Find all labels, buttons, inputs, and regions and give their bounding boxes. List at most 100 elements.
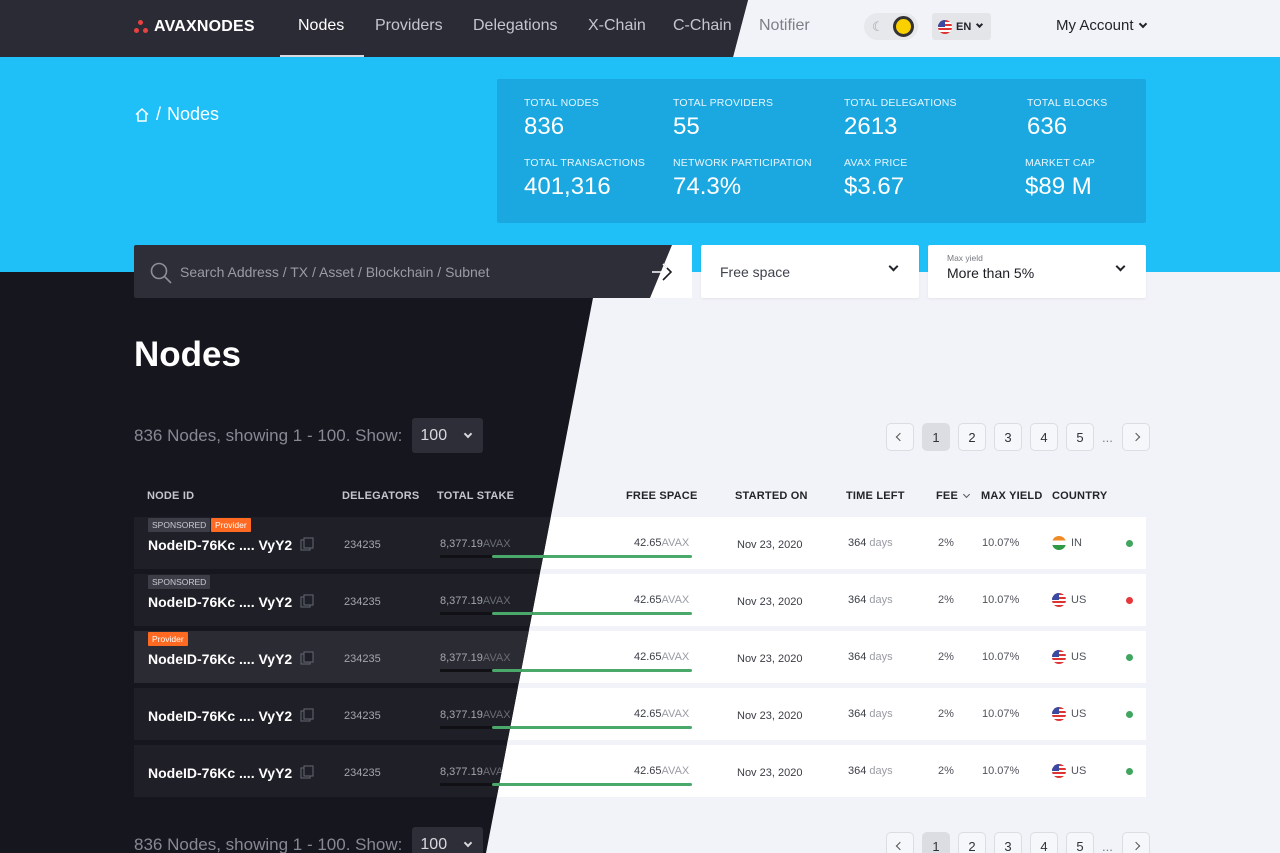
node-id[interactable]: NodeID-76Kc .... VyY2: [148, 765, 292, 781]
total-stake-cell: 8,377.19AVAX: [440, 538, 511, 550]
page-button[interactable]: 4: [1030, 832, 1058, 853]
page-button[interactable]: 3: [994, 832, 1022, 853]
us-flag-icon: [1052, 707, 1066, 721]
moon-icon: ☾: [872, 19, 884, 34]
stat-label: TOTAL NODES: [524, 97, 599, 109]
free-space-unit: AVAX: [661, 594, 690, 606]
days-unit: days: [869, 651, 893, 663]
max-yield-filter[interactable]: Max yield More than 5%: [928, 245, 1146, 298]
header-max-yield[interactable]: MAX YIELD: [981, 490, 1043, 502]
page-button[interactable]: 2: [958, 423, 986, 451]
copy-icon[interactable]: [300, 651, 314, 665]
free-space-unit: AVAX: [661, 765, 690, 777]
header-total-stake[interactable]: TOTAL STAKE: [437, 490, 514, 502]
nav-c-chain[interactable]: C-Chain: [673, 17, 732, 35]
page-button[interactable]: 4: [1030, 423, 1058, 451]
free-space-value: 42.65: [634, 765, 662, 777]
fee-cell: 2%: [938, 708, 954, 720]
brand-logo[interactable]: AVAXNODES: [134, 18, 255, 36]
node-id[interactable]: NodeID-76Kc .... VyY2: [148, 651, 292, 667]
summary-text: 836 Nodes, showing 1 - 100. Show:: [134, 834, 403, 853]
stake-unit: AVAX: [482, 652, 511, 664]
pagination-bottom: 1 2 3 4 5 ...: [886, 832, 1150, 853]
page-button[interactable]: 5: [1066, 423, 1094, 451]
header-fee[interactable]: FEE: [936, 490, 971, 502]
days-unit: days: [869, 537, 893, 549]
account-menu[interactable]: My Account: [1056, 17, 1147, 34]
status-dot: [1126, 540, 1133, 547]
node-id[interactable]: NodeID-76Kc .... VyY2: [148, 594, 292, 610]
next-page-button[interactable]: [1122, 832, 1150, 853]
search-icon: [150, 262, 172, 284]
nav-providers[interactable]: Providers: [375, 17, 443, 35]
copy-icon[interactable]: [300, 594, 314, 608]
header-time-left[interactable]: TIME LEFT: [846, 490, 905, 502]
page-size-select[interactable]: 100: [412, 418, 484, 453]
max-yield-cell: 10.07%: [982, 708, 1020, 720]
time-left-cell: 364 days: [848, 537, 893, 549]
page-button[interactable]: 5: [1066, 832, 1094, 853]
nav-nodes[interactable]: Nodes: [298, 17, 344, 35]
max-yield-cell: 10.07%: [982, 651, 1020, 663]
node-id[interactable]: NodeID-76Kc .... VyY2: [148, 537, 292, 553]
header-fee-label: FEE: [936, 490, 958, 502]
free-space-filter[interactable]: Free space: [701, 245, 919, 298]
header-node-id[interactable]: NODE ID: [147, 490, 194, 502]
total-stake-cell: 8,377.19AVAX: [440, 652, 511, 664]
breadcrumb-current: Nodes: [167, 104, 220, 124]
stat-label: TOTAL BLOCKS: [1027, 97, 1108, 109]
chevron-down-icon: [888, 261, 899, 272]
stake-unit: AVAX: [482, 595, 511, 607]
arrow-right-icon[interactable]: [650, 261, 674, 283]
copy-icon[interactable]: [300, 765, 314, 779]
total-stake-cell: 8,377.19AVAX: [440, 766, 511, 778]
stake-value: 8,377.19: [440, 595, 483, 607]
chevron-down-icon: [1138, 19, 1147, 28]
nav-delegations[interactable]: Delegations: [473, 17, 558, 35]
stat-avax-price: AVAX PRICE $3.67: [844, 157, 907, 201]
chevron-down-icon: [463, 838, 473, 847]
prev-page-button[interactable]: [886, 423, 914, 451]
next-page-button[interactable]: [1122, 423, 1150, 451]
page-size-select[interactable]: 100: [412, 827, 484, 853]
copy-icon[interactable]: [300, 537, 314, 551]
summary-text: 836 Nodes, showing 1 - 100. Show:: [134, 425, 403, 445]
nav-x-chain[interactable]: X-Chain: [588, 17, 646, 35]
country-cell: US: [1052, 593, 1086, 607]
time-left-cell: 364 days: [848, 708, 893, 720]
home-icon[interactable]: [134, 107, 150, 123]
stat-label: MARKET CAP: [1025, 157, 1096, 169]
sponsored-tag: SPONSORED: [148, 575, 211, 589]
search-input[interactable]: [180, 264, 640, 280]
theme-toggle[interactable]: ☾: [864, 13, 918, 40]
node-id[interactable]: NodeID-76Kc .... VyY2: [148, 708, 292, 724]
days-value: 364: [848, 765, 867, 777]
page-button[interactable]: 1: [922, 832, 950, 853]
stat-value: $3.67: [844, 173, 905, 200]
page-button[interactable]: 2: [958, 832, 986, 853]
started-on-cell: Nov 23, 2020: [737, 767, 803, 779]
page-button[interactable]: 1: [922, 423, 950, 451]
fee-cell: 2%: [938, 651, 954, 663]
header-free-space[interactable]: FREE SPACE: [626, 490, 697, 502]
stat-total-nodes: TOTAL NODES 836: [524, 97, 599, 141]
copy-icon[interactable]: [300, 708, 314, 722]
chevron-down-icon: [976, 20, 984, 29]
prev-page-button[interactable]: [886, 832, 914, 853]
chevron-right-icon: [1131, 432, 1141, 442]
page-size-value: 100: [420, 426, 448, 444]
stat-label: TOTAL PROVIDERS: [673, 97, 774, 109]
stat-label: NETWORK PARTICIPATION: [673, 157, 812, 169]
max-yield-value: More than 5%: [947, 265, 1035, 281]
header-country[interactable]: COUNTRY: [1052, 490, 1107, 502]
header-started-on[interactable]: STARTED ON: [735, 490, 808, 502]
nav-notifier[interactable]: Notifier: [759, 17, 810, 35]
avax-logo-icon: [134, 20, 148, 34]
status-dot: [1126, 711, 1133, 718]
us-flag-icon: [1052, 593, 1066, 607]
stat-value: 74.3%: [673, 173, 742, 200]
language-selector[interactable]: EN: [932, 13, 991, 40]
header-delegators[interactable]: DELEGATORS: [342, 490, 419, 502]
page-button[interactable]: 3: [994, 423, 1022, 451]
delegators-cell: 234235: [344, 539, 381, 551]
